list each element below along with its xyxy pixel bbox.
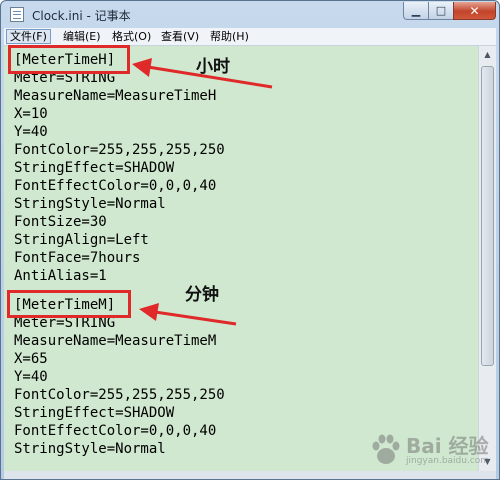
annotation-label-minute: 分钟	[185, 285, 219, 305]
baidu-jingyan-watermark: Bai 经验 jingyan.baidu.com	[366, 428, 489, 472]
arrow-minute	[139, 303, 237, 326]
annotation-arrows	[132, 58, 273, 326]
watermark-subtext: jingyan.baidu.com	[406, 456, 490, 466]
annotation-label-hour: 小时	[196, 57, 230, 77]
watermark-text: Bai 经验	[406, 434, 489, 458]
baidu-paw-icon	[372, 434, 400, 464]
